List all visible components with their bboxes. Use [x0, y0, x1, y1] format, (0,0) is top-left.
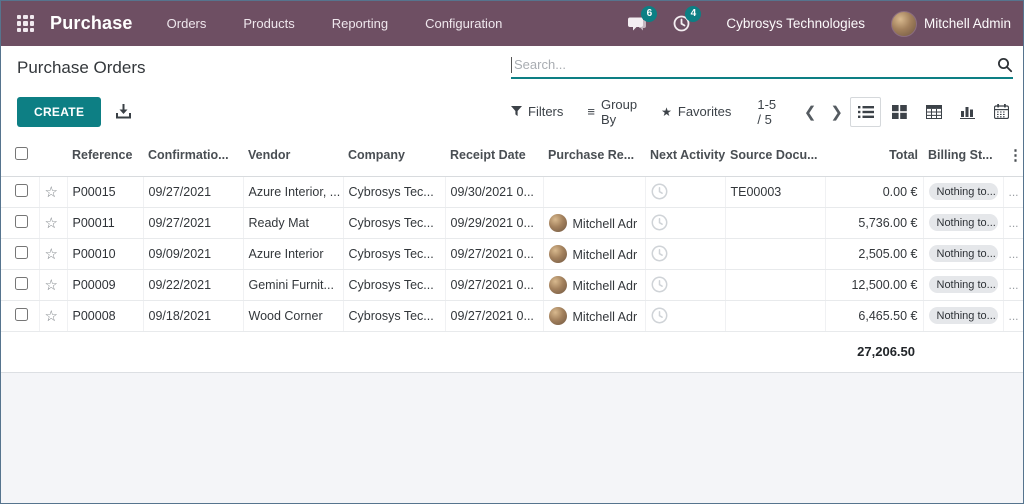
header-next-activity[interactable]: Next Activity [645, 134, 725, 177]
activity-clock-icon[interactable] [651, 183, 668, 200]
billing-status-badge: Nothing to... [928, 307, 998, 324]
menu-configuration[interactable]: Configuration [423, 12, 504, 35]
table-row[interactable]: ☆ P00009 09/22/2021 Gemini Furnit... Cyb… [1, 269, 1023, 301]
user-name: Mitchell Admin [923, 16, 1011, 31]
text-caret [511, 56, 512, 73]
filters-button[interactable]: Filters [511, 104, 563, 119]
user-menu[interactable]: Mitchell Admin [890, 10, 1011, 37]
menu-orders[interactable]: Orders [165, 12, 209, 35]
table-row[interactable]: ☆ P00008 09/18/2021 Wood Corner Cybrosys… [1, 300, 1023, 332]
activity-clock-icon[interactable] [651, 276, 668, 293]
row-checkbox[interactable] [15, 276, 28, 290]
filter-funnel-icon [511, 106, 522, 117]
star-icon[interactable]: ☆ [45, 184, 58, 201]
header-total[interactable]: Total [825, 134, 923, 177]
table-row[interactable]: ☆ P00010 09/09/2021 Azure Interior Cybro… [1, 238, 1023, 270]
graph-view-icon[interactable] [952, 97, 983, 127]
row-checkbox[interactable] [15, 307, 28, 321]
pager-range: 1-5 / 5 [757, 96, 777, 127]
table-header-row: Reference Confirmatio... Vendor Company … [1, 134, 1023, 177]
menu-products[interactable]: Products [241, 12, 296, 35]
rep-avatar [548, 213, 567, 232]
purchase-orders-table: Reference Confirmatio... Vendor Company … [1, 134, 1023, 332]
header-receipt-date[interactable]: Receipt Date [445, 134, 543, 177]
calendar-view-icon[interactable] [986, 97, 1017, 127]
search-icon[interactable] [997, 57, 1013, 73]
total-sum-row: 27,206.50 [1, 332, 1023, 372]
pager-next-icon[interactable]: ❯ [823, 103, 850, 121]
pager-previous-icon[interactable]: ❮ [797, 103, 824, 121]
view-switcher [850, 96, 1023, 127]
header-confirmation-date[interactable]: Confirmatio... [143, 134, 243, 177]
header-reference[interactable]: Reference [67, 134, 143, 177]
total-sum-value: 27,206.50 [857, 344, 915, 359]
table-row[interactable]: ☆ P00015 09/27/2021 Azure Interior, ... … [1, 176, 1023, 208]
activities-icon[interactable]: 4 [668, 5, 702, 36]
activity-clock-icon[interactable] [651, 307, 668, 324]
kanban-view-icon[interactable] [884, 97, 915, 127]
row-checkbox[interactable] [15, 214, 28, 228]
billing-status-badge: Nothing to... [928, 276, 998, 293]
optional-columns-icon[interactable]: ⋮ [1008, 147, 1023, 164]
user-avatar [890, 10, 917, 37]
main-menu: Orders Products Reporting Configuration [165, 12, 505, 35]
table-row[interactable]: ☆ P00011 09/27/2021 Ready Mat Cybrosys T… [1, 207, 1023, 239]
control-panel-bottom: CREATE Filters ≡ Group By ★ Favorites 1-… [1, 89, 1023, 134]
rep-avatar [548, 244, 567, 263]
select-all-checkbox[interactable] [15, 146, 28, 160]
company-switcher[interactable]: Cybrosys Technologies [726, 16, 865, 31]
row-checkbox[interactable] [15, 183, 28, 197]
app-window: Purchase Orders Products Reporting Confi… [0, 0, 1024, 504]
app-name[interactable]: Purchase [50, 13, 133, 34]
create-button[interactable]: CREATE [17, 96, 102, 127]
header-purchase-rep[interactable]: Purchase Re... [543, 134, 645, 177]
star-icon[interactable]: ☆ [45, 246, 58, 263]
header-company[interactable]: Company [343, 134, 445, 177]
group-by-button[interactable]: ≡ Group By [587, 97, 637, 127]
apps-menu-icon[interactable] [17, 15, 34, 32]
systray: 6 4 Cybrosys Technologies Mitchell Admin [624, 5, 1023, 37]
row-checkbox[interactable] [15, 245, 28, 259]
search-options: Filters ≡ Group By ★ Favorites 1-5 / 5 ❮… [511, 96, 1023, 127]
page-title: Purchase Orders [17, 57, 146, 77]
star-icon[interactable]: ☆ [45, 308, 58, 325]
star-icon[interactable]: ☆ [45, 277, 58, 294]
billing-status-badge: Nothing to... [928, 183, 998, 200]
control-panel-top: Purchase Orders [1, 46, 1023, 89]
rep-avatar [548, 306, 567, 325]
list-view-icon[interactable] [850, 96, 881, 127]
empty-footer-area [1, 371, 1023, 503]
header-billing-status[interactable]: Billing St... [923, 134, 1003, 177]
top-navbar: Purchase Orders Products Reporting Confi… [1, 1, 1023, 46]
messages-icon[interactable]: 6 [624, 5, 658, 36]
favorites-star-icon: ★ [661, 104, 672, 119]
export-icon[interactable] [116, 104, 132, 119]
group-by-icon: ≡ [587, 104, 595, 119]
menu-reporting[interactable]: Reporting [330, 12, 390, 35]
billing-status-badge: Nothing to... [928, 214, 998, 231]
messages-badge: 6 [641, 5, 658, 22]
favorites-button[interactable]: ★ Favorites [661, 104, 731, 119]
activity-clock-icon[interactable] [651, 245, 668, 262]
search-bar [511, 56, 1013, 79]
billing-status-badge: Nothing to... [928, 245, 998, 262]
header-source-document[interactable]: Source Docu... [725, 134, 825, 177]
header-vendor[interactable]: Vendor [243, 134, 343, 177]
activities-badge: 4 [685, 5, 702, 22]
rep-avatar [548, 275, 567, 294]
star-icon[interactable]: ☆ [45, 215, 58, 232]
search-input[interactable] [514, 57, 997, 72]
pivot-view-icon[interactable] [918, 97, 949, 127]
activity-clock-icon[interactable] [651, 214, 668, 231]
